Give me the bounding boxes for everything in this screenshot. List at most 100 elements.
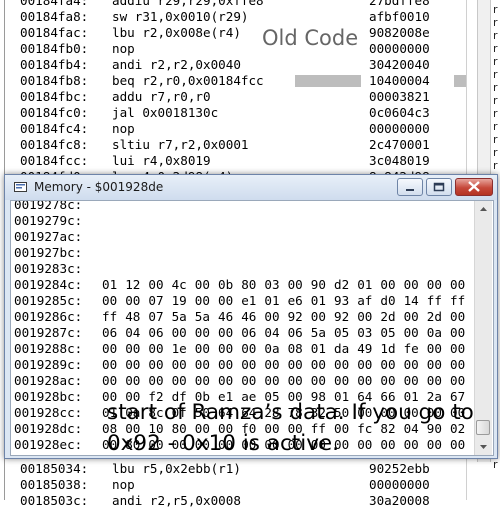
byte-cell[interactable]: 0b (218, 277, 234, 293)
byte-cell[interactable]: 00 (450, 373, 466, 389)
byte-cell[interactable]: 49 (357, 341, 373, 357)
byte-cell[interactable]: 00 (172, 325, 188, 341)
byte-cell[interactable]: 00 (195, 357, 211, 373)
byte-cell[interactable]: 05 (334, 325, 350, 341)
byte-cell[interactable]: 00 (357, 309, 373, 325)
byte-cell[interactable]: 04 (125, 325, 141, 341)
byte-cell[interactable]: 46 (241, 309, 257, 325)
byte-cell[interactable]: 00 (427, 357, 443, 373)
byte-cell[interactable]: 00 (450, 341, 466, 357)
disassembly-row[interactable]: 00184fbc: addu r7,r0,r0 00003821 (20, 89, 460, 105)
byte-cell[interactable]: 5a (172, 309, 188, 325)
byte-cell[interactable]: ff (102, 309, 118, 325)
byte-cell[interactable]: 00 (102, 341, 118, 357)
byte-cell[interactable]: 90 (311, 277, 327, 293)
disassembly-row[interactable]: 00184fb4: andi r2,r2,0x0040 30420040 (20, 57, 460, 73)
byte-cell[interactable]: 00 (148, 357, 164, 373)
close-button[interactable] (455, 178, 493, 196)
byte-cell[interactable]: 1e (172, 341, 188, 357)
byte-cell[interactable]: 00 (450, 277, 466, 293)
disassembly-row[interactable]: 00185034: lbu r5,0x2ebb(r1) 90252ebb (20, 461, 460, 477)
disassembly-row[interactable]: 00184fa4: addiu r29,r29,0xffe8 27bdffe8 (20, 0, 460, 9)
byte-cell[interactable]: 05 (380, 325, 396, 341)
byte-cell[interactable]: 04 (264, 325, 280, 341)
disassembly-row[interactable]: 00184fcc: lui r4,0x8019 3c048019 (20, 153, 460, 169)
byte-cell[interactable]: 00 (288, 373, 304, 389)
byte-cell[interactable]: 00 (288, 357, 304, 373)
byte-cell[interactable]: 00 (427, 341, 443, 357)
byte-cell[interactable]: 5a (311, 325, 327, 341)
byte-cell[interactable]: 00 (357, 373, 373, 389)
byte-cell[interactable]: 00 (148, 341, 164, 357)
disassembly-row[interactable]: 00184fa8: sw r31,0x0010(r29) afbf0010 (20, 9, 460, 25)
byte-cell[interactable]: 00 (102, 293, 118, 309)
byte-cell[interactable]: 0a (427, 325, 443, 341)
disassembly-row[interactable]: 00184fc0: jal 0x0018130c 0c0604c3 (20, 105, 460, 121)
byte-cell[interactable]: 06 (241, 325, 257, 341)
byte-cell[interactable]: 00 (380, 277, 396, 293)
byte-cell[interactable]: 2d (380, 309, 396, 325)
byte-cell[interactable]: 00 (218, 341, 234, 357)
byte-cell[interactable]: 00 (450, 357, 466, 373)
disassembly-row[interactable]: 00185038: nop 00000000 (20, 477, 460, 493)
disassembly-row[interactable]: 00184fc4: nop 00000000 (20, 121, 460, 137)
byte-cell[interactable]: 00 (195, 293, 211, 309)
byte-cell[interactable]: 01 (311, 293, 327, 309)
byte-cell[interactable]: 06 (148, 325, 164, 341)
byte-cell[interactable]: 80 (241, 277, 257, 293)
byte-cell[interactable]: 00 (264, 357, 280, 373)
byte-cell[interactable]: 07 (148, 309, 164, 325)
byte-cell[interactable]: 00 (404, 325, 420, 341)
byte-cell[interactable]: 00 (404, 277, 420, 293)
byte-cell[interactable]: 0a (264, 341, 280, 357)
byte-cell[interactable]: 03 (264, 277, 280, 293)
byte-cell[interactable]: e1 (241, 293, 257, 309)
byte-cell[interactable]: 00 (102, 357, 118, 373)
memory-hex-view[interactable]: 0019278c: 0019279c: 001927ac: 001927bc: 0019… (10, 200, 494, 456)
byte-cell[interactable]: 46 (218, 309, 234, 325)
byte-cell[interactable]: 00 (404, 373, 420, 389)
byte-cell[interactable]: 00 (311, 373, 327, 389)
byte-cell[interactable]: 00 (172, 357, 188, 373)
byte-cell[interactable]: 00 (195, 373, 211, 389)
byte-cell[interactable]: 01 (357, 277, 373, 293)
byte-cell[interactable]: 00 (241, 341, 257, 357)
byte-cell[interactable]: 00 (288, 277, 304, 293)
byte-cell[interactable]: 92 (288, 309, 304, 325)
byte-cell[interactable]: 00 (218, 357, 234, 373)
memory-titlebar[interactable]: Memory - $001928de (5, 175, 497, 200)
byte-cell[interactable]: af (357, 293, 373, 309)
byte-cell[interactable]: 00 (218, 293, 234, 309)
byte-cell[interactable]: 00 (311, 309, 327, 325)
byte-cell[interactable]: 00 (241, 373, 257, 389)
byte-cell[interactable]: 01 (102, 277, 118, 293)
byte-cell[interactable]: 00 (125, 373, 141, 389)
byte-cell[interactable]: 00 (311, 357, 327, 373)
byte-cell[interactable]: 00 (241, 357, 257, 373)
byte-cell[interactable]: 00 (125, 357, 141, 373)
byte-cell[interactable]: 48 (125, 309, 141, 325)
byte-cell[interactable]: 00 (264, 373, 280, 389)
byte-cell[interactable]: 1d (380, 341, 396, 357)
byte-cell[interactable]: 00 (380, 373, 396, 389)
disassembly-row[interactable]: 00184fac: lbu r2,0x008e(r4) 9082008e (20, 25, 460, 41)
byte-cell[interactable]: 00 (195, 277, 211, 293)
byte-cell[interactable]: 00 (125, 293, 141, 309)
byte-cell[interactable]: 00 (334, 357, 350, 373)
byte-cell[interactable]: e6 (288, 293, 304, 309)
byte-cell[interactable]: 14 (404, 293, 420, 309)
disassembly-row[interactable]: 00184fb0: nop 00000000 (20, 41, 460, 57)
byte-cell[interactable]: 93 (334, 293, 350, 309)
byte-cell[interactable]: 07 (148, 293, 164, 309)
byte-cell[interactable]: 01 (311, 341, 327, 357)
scroll-down-arrow-icon[interactable] (475, 438, 492, 455)
byte-cell[interactable]: 2d (427, 309, 443, 325)
byte-cell[interactable]: 00 (125, 341, 141, 357)
disassembly-row[interactable]: 00184fc8: sltiu r7,r2,0x0001 2c470001 (20, 137, 460, 153)
byte-cell[interactable]: 00 (334, 373, 350, 389)
byte-cell[interactable]: 19 (172, 293, 188, 309)
byte-cell[interactable]: 00 (357, 357, 373, 373)
byte-cell[interactable]: 00 (404, 309, 420, 325)
byte-cell[interactable]: ff (427, 293, 443, 309)
scroll-thumb[interactable] (476, 420, 490, 435)
